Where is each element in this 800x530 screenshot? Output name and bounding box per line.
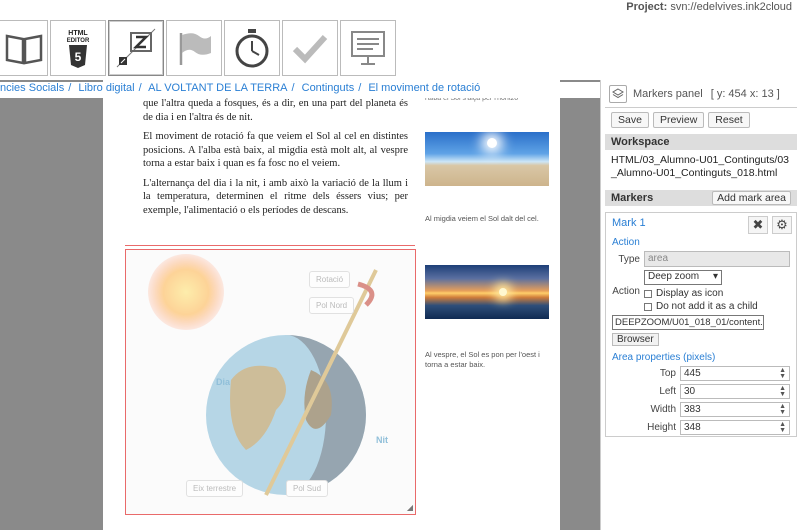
paragraph-2: El moviment de rotació fa que veiem el S… xyxy=(143,131,408,169)
page-body-text: que l'altra queda a fosques, és a dir, e… xyxy=(143,97,408,223)
axis-label: Eix terrestre xyxy=(186,480,244,497)
breadcrumb-item[interactable]: ncies Socials xyxy=(0,82,64,94)
rotation-label: Rotació xyxy=(309,271,351,288)
north-pole-label: Pol Nord xyxy=(309,297,355,314)
mark-item: Mark 1 ✖ ⚙ Action Type area Action Deep … xyxy=(605,212,797,437)
markers-header: Markers Add mark area xyxy=(605,190,797,206)
spinner-icon[interactable]: ▲ ▼ xyxy=(779,367,786,380)
save-button[interactable]: Save xyxy=(611,112,649,128)
breadcrumb-item[interactable]: Libro digital xyxy=(78,82,134,94)
left-label: Left xyxy=(659,386,676,397)
project-label: Project: svn://edelvives.ink2cloud xyxy=(626,1,792,13)
paragraph-3: L'alternança del dia i la nit, i amb aix… xyxy=(143,177,408,216)
deepzoom-icon xyxy=(116,28,156,68)
top-label: Top xyxy=(659,368,676,379)
book-icon xyxy=(5,34,42,65)
spinner-icon[interactable]: ▲ ▼ xyxy=(779,421,786,434)
left-input[interactable]: 30 ▲ ▼ xyxy=(680,384,790,399)
top-input[interactable]: 445 ▲ ▼ xyxy=(680,366,790,381)
gear-icon[interactable]: ⚙ xyxy=(772,216,792,234)
mark-area-figure[interactable]: Rotació Pol Nord Dia Nit Eix terrestre P… xyxy=(125,249,416,515)
breadcrumb-item[interactable]: Continguts xyxy=(302,82,355,94)
check-tool-button[interactable] xyxy=(282,20,338,76)
sunset-photo xyxy=(425,265,549,319)
display-as-icon-label: Display as icon xyxy=(656,288,724,299)
south-pole-label: Pol Sud xyxy=(286,480,329,497)
spinner-icon[interactable]: ▲ ▼ xyxy=(779,403,786,416)
paragraph-1: que l'altra queda a fosques, és a dir, e… xyxy=(143,98,408,123)
spinner-icon[interactable]: ▲ ▼ xyxy=(779,385,786,398)
svg-text:EDITOR: EDITOR xyxy=(67,38,90,44)
html-editor-button[interactable]: HTML EDITOR 5 xyxy=(50,20,106,76)
action-label: Action xyxy=(612,286,640,297)
html-editor-icon: HTML EDITOR 5 xyxy=(67,30,90,68)
night-label: Nit xyxy=(376,435,388,445)
panel-buttons: Save Preview Reset xyxy=(611,112,797,128)
deepzoom-tool-button[interactable] xyxy=(108,20,164,76)
resize-handle-icon[interactable]: ◢ xyxy=(407,503,413,512)
book-page: que l'altra queda a fosques, és a dir, e… xyxy=(103,80,560,530)
sun-icon xyxy=(487,138,497,148)
breadcrumb: ncies Socials / Libro digital / AL VOLTANT… xyxy=(0,82,600,98)
no-child-label: Do not add it as a child xyxy=(656,301,758,312)
width-label: Width xyxy=(650,404,676,415)
svg-text:5: 5 xyxy=(75,50,82,64)
stopwatch-icon xyxy=(235,29,269,68)
height-label: Height xyxy=(647,422,676,433)
layers-icon[interactable] xyxy=(609,84,627,103)
area-properties-title: Area properties (pixels) xyxy=(612,352,716,363)
display-as-icon-checkbox[interactable] xyxy=(644,289,652,298)
book-tool-button[interactable] xyxy=(0,20,48,76)
mark-top-line xyxy=(125,245,415,246)
editor-window: { "project": { "label": "Project:", "val… xyxy=(0,0,800,530)
breadcrumb-item[interactable]: AL VOLTANT DE LA TERRA xyxy=(148,82,287,94)
type-field[interactable]: area xyxy=(644,251,790,267)
noon-caption: Al migdia veiem el Sol dalt del cel. xyxy=(425,214,539,223)
panel-title: Markers panel xyxy=(633,87,703,100)
workspace-header: Workspace xyxy=(605,134,797,150)
day-label: Dia xyxy=(216,377,231,387)
type-label: Type xyxy=(618,253,640,265)
action-select[interactable]: Deep zoom ▾ xyxy=(644,270,722,285)
markers-panel: Markers panel [ y: 454 x: 13 ] Save Prev… xyxy=(600,80,800,530)
noon-beach-photo xyxy=(425,132,549,186)
height-input[interactable]: 348 ▲ ▼ xyxy=(680,420,790,435)
delete-mark-icon[interactable]: ✖ xyxy=(748,216,768,234)
cursor-coords: [ y: 454 x: 13 ] xyxy=(710,87,780,100)
preview-button[interactable]: Preview xyxy=(652,112,705,128)
checkmark-icon xyxy=(292,34,328,64)
breadcrumb-item[interactable]: El moviment de rotació xyxy=(368,82,480,94)
width-input[interactable]: 383 ▲ ▼ xyxy=(680,402,790,417)
panel-header: Markers panel [ y: 454 x: 13 ] xyxy=(605,80,797,108)
chevron-down-icon: ▾ xyxy=(712,271,718,282)
sun-icon xyxy=(499,288,507,296)
sun-icon xyxy=(148,254,224,330)
timer-tool-button[interactable] xyxy=(224,20,280,76)
svg-text:HTML: HTML xyxy=(68,30,88,37)
workspace-path: HTML/03_Alumno-U01_Continguts/03_Alumno-… xyxy=(611,154,790,179)
no-child-checkbox[interactable] xyxy=(644,302,652,311)
add-mark-area-button[interactable]: Add mark area xyxy=(712,191,791,205)
presentation-tool-button[interactable] xyxy=(340,20,396,76)
toolbar: HTML EDITOR 5 xyxy=(0,20,410,80)
deepzoom-path-input[interactable]: DEEPZOOM/U01_018_01/content.deepz xyxy=(612,315,764,330)
earth-rotation-diagram: Rotació Pol Nord Dia Nit Eix terrestre P… xyxy=(126,250,415,514)
action-section-title: Action xyxy=(612,237,640,248)
reset-button[interactable]: Reset xyxy=(708,112,750,128)
sunset-caption: Al vespre, el Sol es pon per l'oest i to… xyxy=(425,350,540,369)
presentation-icon xyxy=(351,31,385,65)
flag-icon xyxy=(179,33,211,65)
flag-tool-button[interactable] xyxy=(166,20,222,76)
browser-button[interactable]: Browser xyxy=(612,333,659,346)
